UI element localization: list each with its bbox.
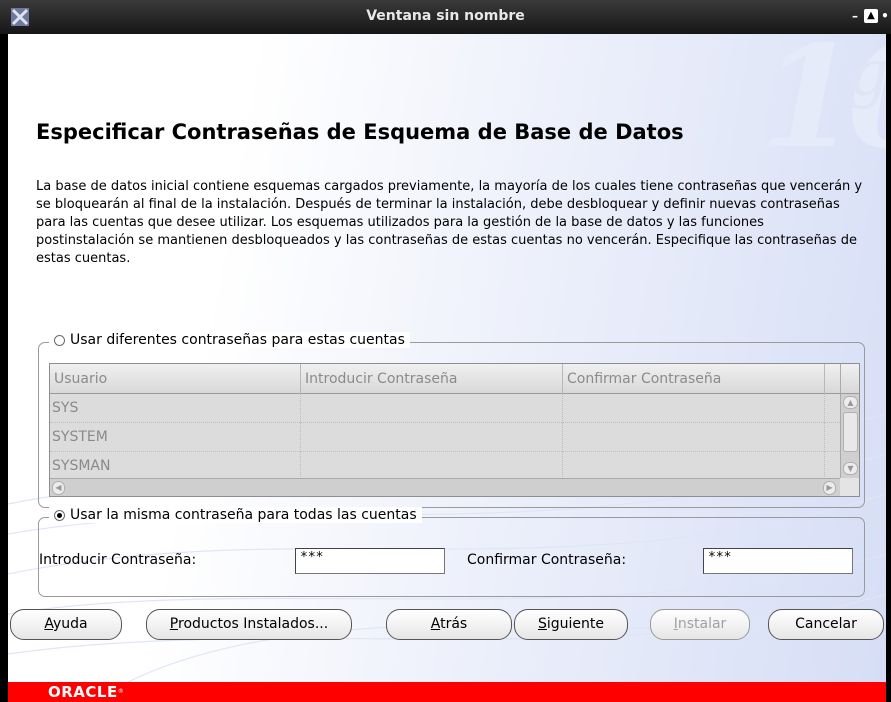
password-cell[interactable] <box>301 452 563 478</box>
close-icon[interactable]: • <box>881 9 889 23</box>
title-bar[interactable]: Ventana sin nombre – ▲ • <box>0 0 891 34</box>
oracle-logo: ORACLE® <box>48 682 124 702</box>
installed-products-button[interactable]: Productos Instalados... <box>146 609 352 640</box>
column-header-password[interactable]: Introducir Contraseña <box>301 364 563 394</box>
oracle-logo-text: ORACLE <box>48 683 118 701</box>
table-row[interactable]: SYSTEM <box>50 423 840 452</box>
cancel-button-label: Cancelar <box>795 616 857 632</box>
enter-password-label: Introducir Contraseña: <box>39 552 197 568</box>
installer-panel: 10 g Especificar Contraseñas de Esquema … <box>8 34 886 682</box>
confirm-password-label: Confirmar Contraseña: <box>467 552 627 568</box>
user-cell: SYSMAN <box>50 452 301 478</box>
table-body: SYS SYSTEM SYSMAN <box>50 394 840 478</box>
table-horizontal-scrollbar[interactable]: ◀ ▶ <box>50 478 840 496</box>
confirm-cell[interactable] <box>563 423 825 452</box>
table-row[interactable]: SYSMAN <box>50 452 840 478</box>
user-cell: SYS <box>50 394 301 423</box>
different-passwords-group: Usar diferentes contraseñas para estas c… <box>38 332 865 508</box>
installed-products-label: roductos Instalados... <box>178 616 329 632</box>
page-description: La base de datos inicial contiene esquem… <box>36 179 863 266</box>
different-passwords-label: Usar diferentes contraseñas para estas c… <box>70 332 405 348</box>
next-button-label: iguiente <box>546 616 605 632</box>
column-header-confirm[interactable]: Confirmar Contraseña <box>563 364 825 394</box>
next-button[interactable]: Siguiente <box>514 609 628 640</box>
password-cell[interactable] <box>301 423 563 452</box>
same-password-option[interactable]: Usar la misma contraseña para todas las … <box>49 507 422 523</box>
table-header: Usuario Introducir Contraseña Confirmar … <box>50 364 840 394</box>
user-cell: SYSTEM <box>50 423 301 452</box>
different-passwords-radio[interactable] <box>54 334 65 346</box>
enter-password-field[interactable]: *** <box>295 548 445 574</box>
help-button-label: yuda <box>53 616 88 632</box>
confirm-password-field[interactable]: *** <box>703 548 853 574</box>
scroll-left-icon[interactable]: ◀ <box>52 481 65 495</box>
window-title: Ventana sin nombre <box>366 8 525 24</box>
table-corner <box>840 364 859 394</box>
scroll-thumb[interactable] <box>843 412 858 452</box>
column-header-user[interactable]: Usuario <box>50 364 301 394</box>
brand-bar: ORACLE® <box>8 682 886 702</box>
page-title: Especificar Contraseñas de Esquema de Ba… <box>36 120 684 144</box>
same-password-group: Usar la misma contraseña para todas las … <box>38 507 865 597</box>
back-button[interactable]: Atrás <box>386 609 512 640</box>
scroll-down-icon[interactable]: ▼ <box>843 462 858 475</box>
help-button[interactable]: Ayuda <box>10 609 122 640</box>
password-cell[interactable] <box>301 394 563 423</box>
maximize-icon[interactable]: ▲ <box>864 9 878 23</box>
back-button-mnemonic: A <box>430 616 441 632</box>
back-button-label: trás <box>440 616 468 632</box>
table-vertical-scrollbar[interactable]: ▲ ▼ <box>840 394 859 478</box>
version-watermark-suffix: g <box>848 37 886 111</box>
same-password-label: Usar la misma contraseña para todas las … <box>70 507 417 523</box>
install-button-label: nstalar <box>677 616 727 632</box>
confirm-cell[interactable] <box>563 394 825 423</box>
different-passwords-option[interactable]: Usar diferentes contraseñas para estas c… <box>49 332 410 348</box>
help-button-mnemonic: A <box>44 616 53 632</box>
install-button[interactable]: Instalar <box>650 609 750 640</box>
table-row[interactable]: SYS <box>50 394 840 423</box>
minimize-icon[interactable]: – <box>848 9 862 23</box>
confirm-cell[interactable] <box>563 452 825 478</box>
scroll-right-icon[interactable]: ▶ <box>823 481 836 495</box>
registered-mark: ® <box>117 688 125 695</box>
same-password-radio[interactable] <box>54 509 65 521</box>
next-button-mnemonic: S <box>537 616 547 632</box>
installed-products-mnemonic: P <box>169 616 178 632</box>
cancel-button[interactable]: Cancelar <box>768 609 884 640</box>
scroll-up-icon[interactable]: ▲ <box>843 396 858 409</box>
accounts-table: Usuario Introducir Contraseña Confirmar … <box>49 363 860 497</box>
